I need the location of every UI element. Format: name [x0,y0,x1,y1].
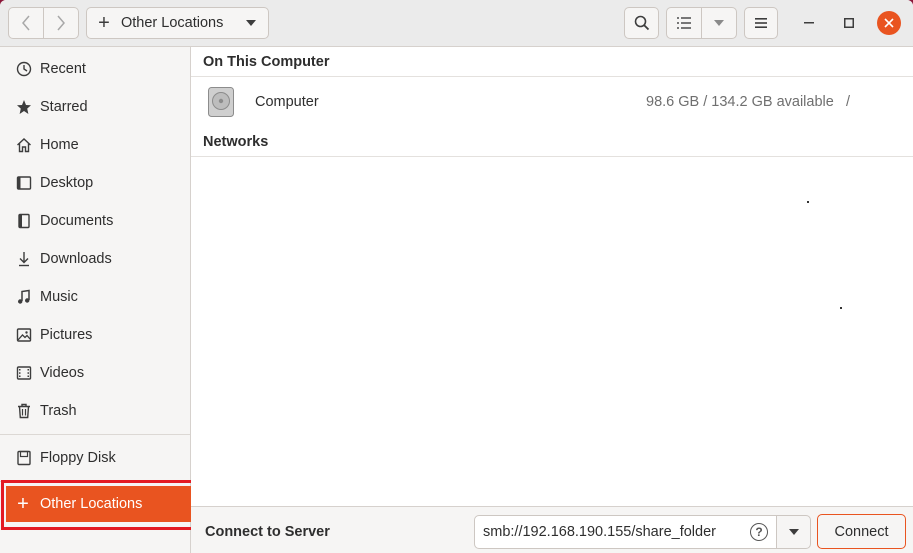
other-locations-view: On This Computer Computer 98.6 GB / 134.… [191,47,913,506]
header-bar: + Other Locations [0,0,913,47]
caret-down-icon [714,20,724,26]
network-spinner-dot [840,307,842,309]
sidebar-item-starred[interactable]: Starred [0,88,190,126]
home-icon [0,137,40,153]
sidebar-item-videos[interactable]: Videos [0,354,190,392]
sidebar-separator [0,434,190,435]
plus-icon: + [98,11,110,34]
sidebar-item-label: Music [40,289,78,305]
file-manager-window: + Other Locations Recent Starred Home De… [0,0,913,553]
highlight-annotation [1,480,198,530]
sidebar-item-recent[interactable]: Recent [0,50,190,88]
path-bar[interactable]: + Other Locations [86,7,269,39]
sidebar-item-label: Documents [40,213,114,229]
view-options-button[interactable] [701,7,737,39]
computer-mount-point: / [846,94,851,110]
picture-icon [0,327,40,343]
network-spinner-dot [807,201,809,203]
hamburger-menu-icon [755,18,767,28]
sidebar-item-label: Starred [40,99,88,115]
computer-name: Computer [255,94,319,110]
chevron-left-icon [22,15,30,31]
document-icon [0,213,40,229]
sidebar-item-label: Videos [40,365,85,381]
sidebar-item-desktop[interactable]: Desktop [0,164,190,202]
trash-icon [0,403,40,419]
sidebar-item-label: Recent [40,61,86,77]
connect-to-server-label: Connect to Server [205,524,330,540]
download-icon [0,251,40,267]
sidebar-item-music[interactable]: Music [0,278,190,316]
path-label: Other Locations [121,15,224,31]
sidebar-item-floppy-disk[interactable]: Floppy Disk [0,439,190,477]
server-address-input[interactable] [483,524,743,540]
video-icon [0,365,40,381]
sidebar-item-label: Home [40,137,79,153]
search-button[interactable] [624,7,659,39]
clock-icon [0,61,40,77]
close-icon [884,18,894,28]
search-icon [634,15,649,31]
star-icon [0,99,40,115]
connect-button[interactable]: Connect [817,514,906,549]
divider [191,156,913,157]
sidebar-item-label: Downloads [40,251,112,267]
main-menu-button[interactable] [744,7,778,39]
list-view-icon [677,17,691,29]
connect-to-server-bar: Connect to Server ? Connect [191,506,913,553]
section-heading-on-this-computer: On This Computer [203,54,330,70]
recent-servers-dropdown[interactable] [776,515,811,549]
computer-row[interactable]: Computer 98.6 GB / 134.2 GB available / [191,78,913,126]
list-view-button[interactable] [666,7,702,39]
close-button[interactable] [877,11,901,35]
divider [191,76,913,77]
maximize-button[interactable] [837,11,861,35]
sidebar-item-label: Pictures [40,327,93,343]
sidebar-item-home[interactable]: Home [0,126,190,164]
minimize-button[interactable] [797,11,821,35]
floppy-icon [0,450,40,466]
help-icon[interactable]: ? [750,523,768,541]
caret-down-icon [788,529,799,535]
minimize-icon [804,22,814,24]
forward-button[interactable] [43,7,79,39]
sidebar-item-downloads[interactable]: Downloads [0,240,190,278]
sidebar: Recent Starred Home Desktop Documents Do… [0,47,198,553]
caret-down-icon[interactable] [234,19,268,27]
maximize-icon [844,18,854,28]
sidebar-item-label: Desktop [40,175,94,191]
music-icon [0,289,40,305]
section-heading-networks: Networks [203,134,269,150]
sidebar-item-pictures[interactable]: Pictures [0,316,190,354]
desktop-icon [0,175,40,191]
back-button[interactable] [8,7,44,39]
sidebar-item-documents[interactable]: Documents [0,202,190,240]
hard-drive-icon [208,87,234,117]
computer-available-space: 98.6 GB / 134.2 GB available [646,94,834,110]
sidebar-item-label: Floppy Disk [40,450,116,466]
chevron-right-icon [57,15,65,31]
sidebar-item-trash[interactable]: Trash [0,392,190,430]
server-address-field[interactable]: ? [474,515,777,549]
sidebar-item-label: Trash [40,403,77,419]
